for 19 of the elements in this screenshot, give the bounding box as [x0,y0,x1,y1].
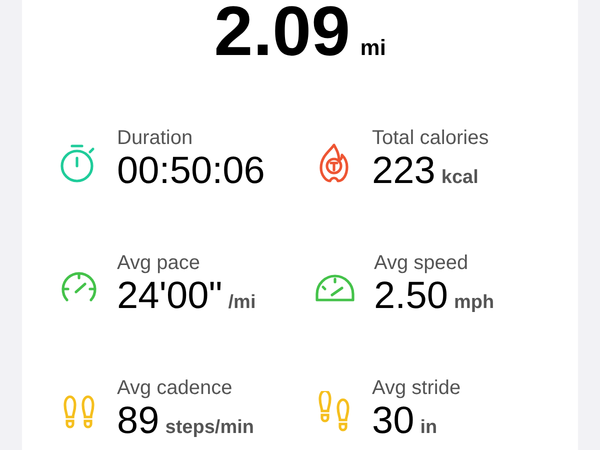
stat-unit: kcal [441,167,478,189]
stat-label: Avg cadence [117,376,234,400]
stat-unit: in [420,417,438,439]
stat-value: 30 [372,400,414,442]
distance-value: 2.09 [214,0,350,62]
stat-label: Avg pace [117,251,202,275]
stat-value: 24'00" [117,275,222,317]
stat-value: 00:50:06 [117,150,265,192]
stat-label: Total calories [372,126,489,150]
stat-label: Duration [117,126,194,150]
stat-value: 223 [372,150,436,192]
stat-value: 2.50 [374,275,448,317]
distance-unit: mi [360,35,386,61]
stat-unit: mph [454,292,494,314]
stat-label: Avg speed [374,251,470,275]
stat-unit: steps/min [165,417,254,439]
stat-label: Avg stride [372,376,461,400]
stat-unit: /mi [228,292,256,314]
stat-value: 89 [117,400,160,442]
